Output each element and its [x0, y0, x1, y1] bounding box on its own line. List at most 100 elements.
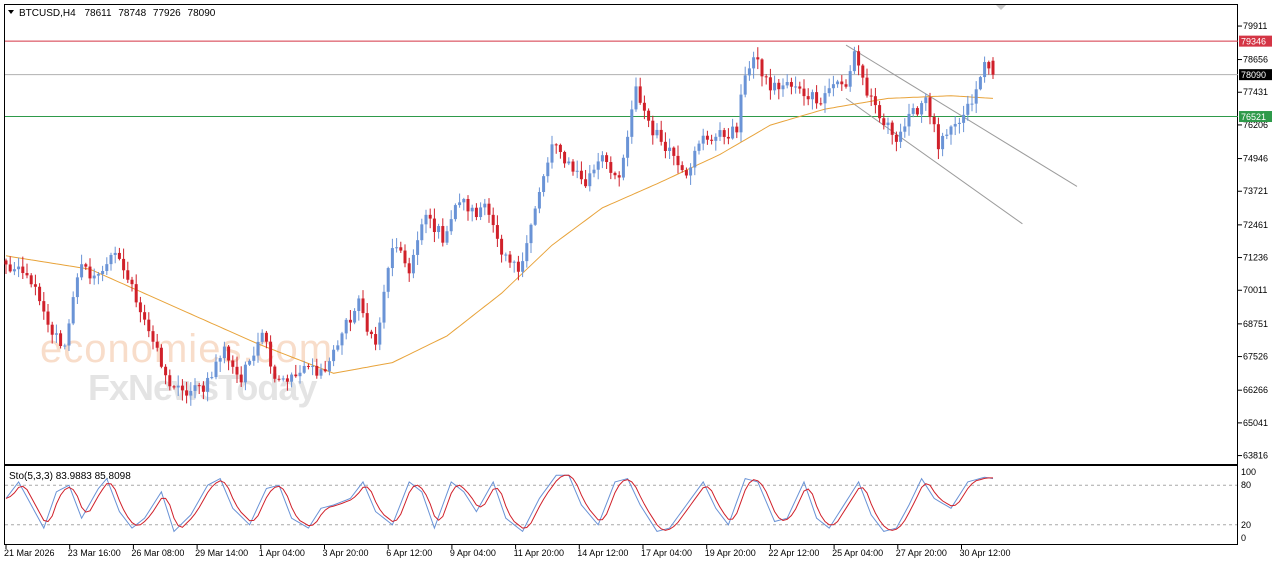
candle [592, 164, 596, 178]
price-levels [5, 40, 1238, 118]
watermark-line1: economies.com [40, 327, 333, 371]
candle [390, 238, 394, 277]
candle [844, 79, 848, 89]
candle [911, 103, 915, 118]
candle [689, 163, 693, 185]
candle [756, 47, 760, 70]
candle [945, 129, 949, 140]
candle [533, 205, 537, 226]
stochastic-panel[interactable] [4, 465, 1238, 545]
candle [869, 88, 873, 107]
candle [122, 248, 126, 279]
price-tick-label: 68751 [1243, 319, 1268, 329]
candle [88, 258, 92, 285]
candle [432, 208, 436, 243]
time-tick-label: 17 Apr 04:00 [641, 548, 692, 558]
menu-triangle-icon[interactable] [8, 10, 14, 14]
candle [747, 61, 751, 81]
candle [621, 154, 625, 181]
time-tick-label: 1 Apr 04:00 [259, 548, 305, 558]
candle [344, 318, 348, 340]
candle [428, 208, 432, 229]
scroll-marker-icon[interactable] [996, 5, 1006, 10]
candle [504, 252, 508, 262]
candle [668, 138, 672, 160]
candle [353, 308, 357, 325]
candle [957, 117, 961, 134]
candle [416, 231, 420, 265]
candle [794, 76, 798, 94]
candle [605, 152, 609, 169]
candle [42, 292, 46, 320]
candle [109, 252, 113, 271]
candle [453, 203, 457, 222]
current-price: 78090 [1241, 70, 1266, 80]
candle [680, 161, 684, 173]
candle [743, 66, 747, 98]
support-price: 76521 [1241, 112, 1266, 122]
candle [458, 193, 462, 208]
candle [831, 75, 835, 97]
candle [915, 106, 919, 117]
candle [890, 120, 894, 145]
candle [575, 160, 579, 179]
trading-chart[interactable]: economies.com FxNewsToday BTCUSD,H4 7861… [0, 0, 1280, 567]
candle [634, 77, 638, 112]
price-axis: 7991178656774317620674946737217246171236… [1238, 21, 1268, 461]
candle [655, 123, 659, 139]
candle [378, 317, 382, 351]
candle [130, 276, 134, 292]
candle [21, 256, 25, 280]
time-tick-label: 21 Mar 2026 [4, 548, 55, 558]
candle [764, 74, 768, 85]
time-tick-label: 27 Apr 20:00 [896, 548, 947, 558]
candle [12, 262, 16, 276]
close-value: 78090 [188, 8, 216, 19]
candle [651, 115, 655, 145]
stochastic-label: Sto(5,3,3) 83.9883 85.8098 [9, 471, 131, 482]
candle [983, 56, 987, 83]
candle [411, 249, 415, 279]
candle [521, 252, 525, 278]
candle [441, 218, 445, 247]
candle [563, 150, 567, 168]
candle [17, 257, 21, 278]
candle [537, 187, 541, 214]
price-tick-label: 63816 [1243, 451, 1268, 461]
time-tick-label: 29 Mar 14:00 [195, 548, 248, 558]
candle [936, 117, 940, 160]
candle [714, 133, 718, 151]
candle [789, 77, 793, 95]
time-tick-label: 22 Apr 12:00 [768, 548, 819, 558]
candle [672, 146, 676, 166]
candle [953, 116, 957, 136]
candle [613, 171, 617, 180]
high-value: 78748 [118, 8, 146, 19]
candle [810, 89, 814, 110]
candle [642, 95, 646, 120]
time-tick-label: 26 Mar 08:00 [131, 548, 184, 558]
candle [609, 156, 613, 180]
candle [974, 81, 978, 114]
candle [579, 161, 583, 185]
candle [558, 143, 562, 159]
candle [407, 257, 411, 282]
candle [361, 290, 365, 318]
candle [38, 283, 42, 306]
symbol-label: BTCUSD,H4 [19, 8, 76, 19]
candle [571, 159, 575, 176]
support-badge: 76521 [1239, 111, 1272, 123]
time-tick-label: 9 Apr 04:00 [450, 548, 496, 558]
candle [483, 198, 487, 216]
open-value: 78611 [84, 8, 112, 19]
stochastic-level-label: 20 [1241, 520, 1251, 530]
descending-channel[interactable] [845, 44, 1078, 225]
price-tick-label: 72461 [1243, 220, 1268, 230]
candle [966, 95, 970, 121]
price-tick-label: 67526 [1243, 352, 1268, 362]
candle [395, 238, 399, 253]
candle [949, 125, 953, 145]
candle [462, 197, 466, 211]
candle [857, 45, 861, 76]
candle [495, 215, 499, 248]
